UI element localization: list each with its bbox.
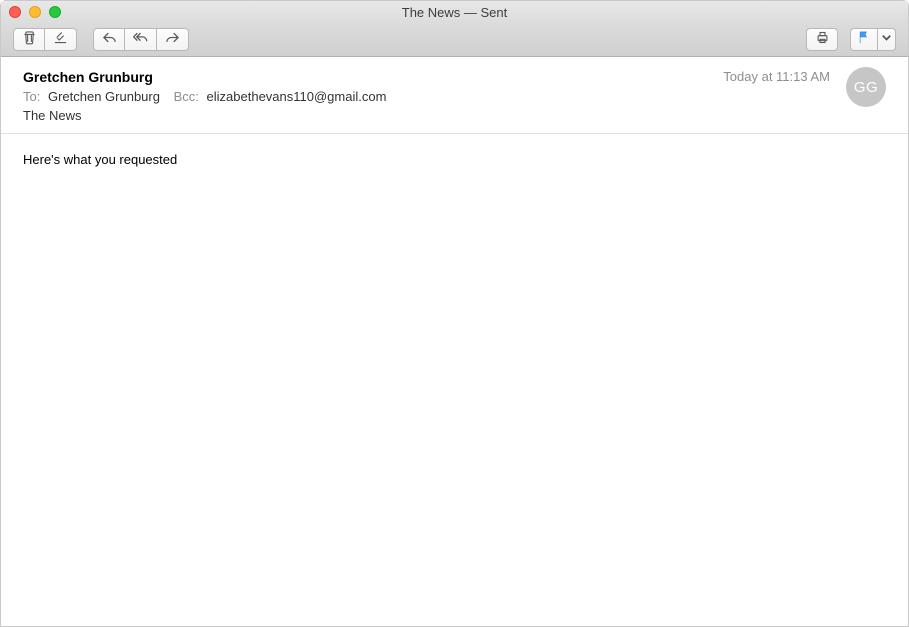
- toolbar-group-delete: [13, 28, 77, 51]
- reply-icon: [102, 30, 117, 50]
- print-icon: [815, 30, 830, 50]
- to-label: To:: [23, 89, 40, 104]
- to-recipient[interactable]: Gretchen Grunburg: [48, 89, 160, 104]
- zoom-window-button[interactable]: [49, 6, 61, 18]
- print-button[interactable]: [806, 28, 838, 51]
- flag-button[interactable]: [850, 28, 878, 51]
- junk-icon: [53, 30, 68, 50]
- toolbar-group-reply: [93, 28, 189, 51]
- delete-button[interactable]: [13, 28, 45, 51]
- reply-all-icon: [133, 30, 148, 50]
- subject: The News: [23, 108, 886, 123]
- toolbar: [1, 23, 908, 57]
- flag-icon: [857, 30, 872, 50]
- avatar[interactable]: GG: [846, 67, 886, 107]
- chevron-down-icon: [879, 30, 894, 50]
- timestamp: Today at 11:13 AM: [723, 69, 830, 84]
- bcc-recipient[interactable]: elizabethevans110@gmail.com: [207, 89, 387, 104]
- bcc-label: Bcc:: [174, 89, 199, 104]
- traffic-lights: [9, 6, 61, 18]
- window-titlebar: The News — Sent: [1, 1, 908, 23]
- message-body: Here's what you requested: [1, 134, 908, 626]
- message-header: Gretchen Grunburg Today at 11:13 AM To: …: [1, 57, 908, 134]
- window-title: The News — Sent: [1, 5, 908, 20]
- flag-dropdown-button[interactable]: [878, 28, 896, 51]
- recipients-row: To: Gretchen Grunburg Bcc: elizabethevan…: [23, 89, 886, 104]
- forward-icon: [165, 30, 180, 50]
- from-name: Gretchen Grunburg: [23, 69, 153, 85]
- trash-icon: [22, 30, 37, 50]
- minimize-window-button[interactable]: [29, 6, 41, 18]
- close-window-button[interactable]: [9, 6, 21, 18]
- body-text: Here's what you requested: [23, 152, 177, 167]
- flag-button-group: [850, 28, 896, 51]
- reply-button[interactable]: [93, 28, 125, 51]
- junk-button[interactable]: [45, 28, 77, 51]
- reply-all-button[interactable]: [125, 28, 157, 51]
- forward-button[interactable]: [157, 28, 189, 51]
